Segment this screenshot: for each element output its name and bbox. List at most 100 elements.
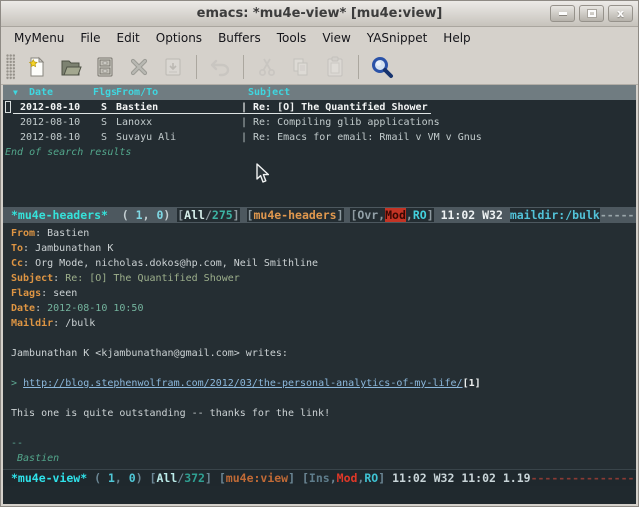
modeline-segment-paren: ,: [143, 208, 157, 222]
modeline-segment-num: 1: [136, 208, 143, 222]
menu-item-tools[interactable]: Tools: [269, 29, 315, 47]
menu-item-view[interactable]: View: [314, 29, 358, 47]
undo-icon: [205, 52, 235, 82]
modeline-segment-bracket: ]: [427, 208, 434, 222]
sort-descending-icon[interactable]: ▼: [13, 85, 18, 100]
menu-item-options[interactable]: Options: [148, 29, 210, 47]
save-as-icon: [158, 52, 188, 82]
modeline-segment-dashes: --------------------: [531, 471, 636, 485]
modeline-segment-mod: Mod: [337, 471, 358, 485]
modeline-segment-num: 1: [108, 471, 115, 485]
row-flags: S: [101, 115, 107, 130]
menu-bar: MyMenuFileEditOptionsBuffersToolsViewYAS…: [1, 27, 638, 49]
modeline-headers: *mu4e-headers* ( 1, 0) [All/275] [mu4e-h…: [3, 207, 636, 223]
save-icon[interactable]: [90, 52, 120, 82]
headers-row-3[interactable]: 2012-08-10 S Suvayu Ali | Re: Emacs for …: [3, 130, 636, 145]
row-thread-indicator: |: [241, 130, 247, 145]
menu-item-mymenu[interactable]: MyMenu: [6, 29, 72, 47]
modeline-segment-bracket: ]: [205, 471, 212, 485]
maximize-button[interactable]: [579, 5, 604, 22]
toolbar-separator: [358, 55, 359, 79]
minibuffer[interactable]: [3, 486, 636, 504]
body-line: --: [3, 436, 636, 451]
modeline-segment-ro: RO: [413, 208, 427, 222]
modeline-segment-bracket: [: [219, 471, 226, 485]
field-separator: :: [23, 258, 35, 269]
modeline-segment-mode: mu4e:view: [226, 471, 288, 485]
title-bar[interactable]: emacs: *mu4e-view* [mu4e:view] x: [1, 1, 638, 27]
emacs-window: emacs: *mu4e-view* [mu4e:view] x MyMenuF…: [0, 0, 639, 507]
body-segment-plain: Jambunathan K <kjambunathan@gmail.com> w…: [11, 348, 288, 359]
modeline-segment-maildir: maildir:/bulk: [510, 208, 600, 222]
message-header-fields: From: BastienTo: Jambunathan KCc: Org Mo…: [3, 226, 636, 331]
body-line: [3, 421, 636, 436]
window-controls: x: [550, 5, 633, 22]
menu-item-edit[interactable]: Edit: [109, 29, 148, 47]
modeline-segment-all: All: [184, 208, 205, 222]
close-icon: x: [617, 8, 624, 19]
menu-item-buffers[interactable]: Buffers: [210, 29, 269, 47]
column-date[interactable]: Date: [29, 85, 53, 100]
close-buffer-icon[interactable]: [124, 52, 154, 82]
modeline-segment-paren: [212, 471, 219, 485]
cut-icon: [252, 52, 282, 82]
field-separator: :: [53, 318, 65, 329]
modeline-segment-bracket: ]: [288, 471, 295, 485]
row-from: Lanoxx: [116, 115, 152, 130]
headers-column-header[interactable]: ▼ Date Flgs From/To Subject: [3, 85, 636, 100]
body-line: [3, 331, 636, 346]
field-label: To: [11, 243, 23, 254]
row-subject: Re: Emacs for email: Rmail v VM v Gnus: [253, 130, 482, 145]
modeline-view: *mu4e-view* ( 1, 0) [All/372] [mu4e:view…: [3, 469, 636, 486]
menu-item-help[interactable]: Help: [435, 29, 478, 47]
body-line: Jambunathan K <kjambunathan@gmail.com> w…: [3, 346, 636, 361]
emacs-frame: ▼ Date Flgs From/To Subject 2012-08-10 S…: [1, 85, 638, 506]
row-date: 2012-08-10: [20, 130, 80, 145]
body-hyperlink[interactable]: http://blog.stephenwolfram.com/2012/03/t…: [23, 378, 463, 389]
toolbar-drag-handle-icon[interactable]: [6, 54, 15, 80]
modeline-segment-bright: 11:02 W32 11:02 1.19: [392, 471, 530, 485]
menu-item-file[interactable]: File: [72, 29, 108, 47]
modeline-segment-paren: [295, 471, 302, 485]
modeline-segment-dashes: ------------: [600, 208, 636, 222]
minimize-button[interactable]: [550, 5, 575, 22]
body-segment-plain: This one is quite outstanding -- thanks …: [11, 408, 330, 419]
open-folder-icon[interactable]: [56, 52, 86, 82]
modeline-segment-total: 372: [184, 471, 205, 485]
body-line: [3, 361, 636, 376]
message-body: Jambunathan K <kjambunathan@gmail.com> w…: [3, 331, 636, 466]
modeline-segment-paren: (: [87, 471, 108, 485]
message-field-cc: Cc: Org Mode, nicholas.dokos@hp.com, Nei…: [3, 256, 636, 271]
modeline-segment-dim: Ovr: [357, 208, 378, 222]
toolbar: [1, 49, 638, 85]
close-button[interactable]: x: [608, 5, 633, 22]
modeline-segment-dim: Ins: [309, 471, 330, 485]
message-field-flags: Flags: seen: [3, 286, 636, 301]
headers-row-2[interactable]: 2012-08-10 S Lanoxx | Re: Compiling glib…: [3, 115, 636, 130]
row-flags: S: [101, 130, 107, 145]
menu-item-yasnippet[interactable]: YASnippet: [359, 29, 436, 47]
new-file-icon[interactable]: [22, 52, 52, 82]
field-value: seen: [53, 288, 77, 299]
paste-icon: [320, 52, 350, 82]
mouse-cursor: [256, 163, 270, 184]
column-subject[interactable]: Subject: [248, 85, 290, 100]
column-flags[interactable]: Flgs: [93, 85, 117, 100]
column-from[interactable]: From/To: [116, 85, 158, 100]
modeline-segment-bracket: ,: [330, 471, 337, 485]
message-field-maildir: Maildir: /bulk: [3, 316, 636, 331]
modeline-segment-bracket: /: [205, 208, 212, 222]
message-field-date: Date: 2012-08-10 10:50: [3, 301, 636, 316]
selection-underline: [13, 113, 431, 114]
modeline-segment-bracket: [: [302, 471, 309, 485]
maximize-icon: [588, 10, 596, 17]
modeline-segment-paren: ): [136, 471, 150, 485]
body-line: This one is quite outstanding -- thanks …: [3, 406, 636, 421]
search-icon[interactable]: [367, 52, 397, 82]
modeline-segment-paren: ,: [115, 471, 129, 485]
field-label: Subject: [11, 273, 53, 284]
field-separator: :: [35, 303, 47, 314]
headers-row-1[interactable]: 2012-08-10 S Bastien | Re: [O] The Quant…: [3, 100, 636, 115]
body-segment-footnote: [1]: [463, 378, 481, 389]
row-from: Suvayu Ali: [116, 130, 176, 145]
